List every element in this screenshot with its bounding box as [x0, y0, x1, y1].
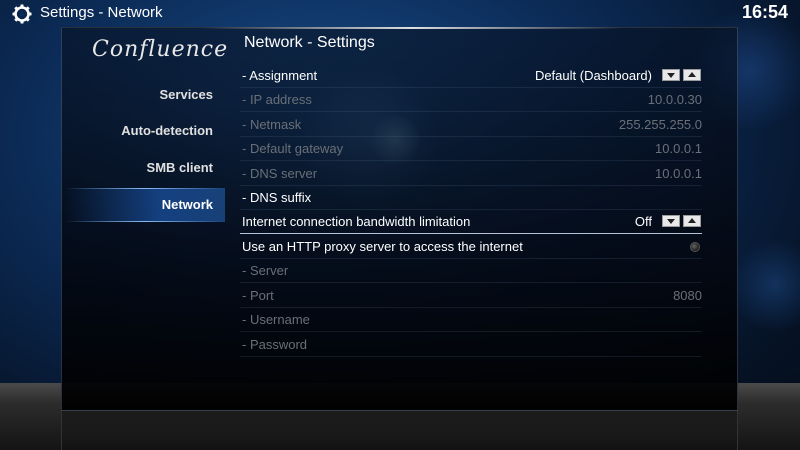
setting-label: - Port — [242, 288, 274, 303]
setting-row-username: - Username — [240, 308, 702, 332]
setting-value: Off — [634, 214, 652, 229]
spinner-up-button[interactable] — [683, 215, 701, 227]
arrow-up-icon — [688, 72, 696, 77]
setting-label: - IP address — [242, 92, 312, 107]
setting-label: - DNS suffix — [242, 190, 312, 205]
setting-label: - DNS server — [242, 166, 318, 181]
sidebar-item-label: Network — [161, 197, 213, 212]
breadcrumb-title: Settings - Network — [40, 4, 163, 21]
gear-icon — [12, 4, 32, 24]
setting-value: 10.0.0.1 — [655, 141, 702, 156]
panel-top-glow — [202, 27, 622, 29]
arrow-up-icon — [688, 218, 696, 223]
setting-value: Default (Dashboard) — [534, 68, 652, 83]
clock: 16:54 — [741, 2, 788, 22]
arrow-down-icon — [667, 73, 675, 78]
value-spinner — [662, 215, 702, 227]
background-bokeh — [730, 240, 800, 330]
sidebar-item-auto-detection[interactable]: Auto-detection — [65, 114, 225, 148]
setting-row-netmask: - Netmask 255.255.255.0 — [240, 113, 702, 137]
sidebar-item-label: Services — [159, 87, 214, 102]
radio-toggle[interactable] — [690, 242, 700, 252]
arrow-down-icon — [667, 219, 675, 224]
page-title: Network - Settings — [244, 34, 375, 51]
setting-value: 10.0.0.30 — [647, 92, 702, 107]
setting-label: - Netmask — [242, 117, 302, 132]
setting-row-ip-address: - IP address 10.0.0.30 — [240, 88, 702, 112]
setting-label: - Username — [242, 312, 310, 327]
setting-label: Internet connection bandwidth limitation — [242, 214, 471, 229]
setting-row-default-gateway: - Default gateway 10.0.0.1 — [240, 137, 702, 161]
confluence-logo: Confluence — [92, 37, 229, 62]
setting-label: - Default gateway — [242, 141, 344, 156]
highlight-line — [65, 188, 225, 189]
setting-row-password: - Password — [240, 333, 702, 357]
sidebar-item-services[interactable]: Services — [65, 78, 225, 112]
sidebar-item-label: SMB client — [146, 160, 213, 175]
setting-label: - Server — [242, 263, 289, 278]
setting-row-dns-suffix[interactable]: - DNS suffix — [240, 186, 702, 210]
setting-value: 10.0.0.1 — [655, 166, 702, 181]
sidebar-item-network[interactable]: Network — [65, 188, 225, 222]
setting-row-server: - Server — [240, 259, 702, 283]
highlight-line — [65, 221, 225, 222]
sidebar-item-smb-client[interactable]: SMB client — [65, 151, 225, 185]
spinner-down-button[interactable] — [662, 69, 680, 81]
value-spinner — [662, 69, 702, 81]
setting-row-dns-server: - DNS server 10.0.0.1 — [240, 162, 702, 186]
setting-value: 8080 — [673, 288, 702, 303]
top-bar: Settings - Network 16:54 — [0, 0, 800, 28]
setting-value: 255.255.255.0 — [618, 117, 702, 132]
panel-reflection — [61, 411, 738, 450]
setting-row-bandwidth-limitation[interactable]: Internet connection bandwidth limitation… — [240, 210, 702, 234]
setting-label: - Password — [242, 337, 308, 352]
setting-row-port: - Port 8080 — [240, 284, 702, 308]
setting-label: Use an HTTP proxy server to access the i… — [242, 239, 523, 254]
sidebar-item-label: Auto-detection — [121, 123, 213, 138]
setting-label: - Assignment — [242, 68, 318, 83]
setting-row-assignment[interactable]: - Assignment Default (Dashboard) — [240, 64, 702, 88]
setting-row-http-proxy[interactable]: Use an HTTP proxy server to access the i… — [240, 235, 702, 259]
spinner-down-button[interactable] — [662, 215, 680, 227]
spinner-up-button[interactable] — [683, 69, 701, 81]
